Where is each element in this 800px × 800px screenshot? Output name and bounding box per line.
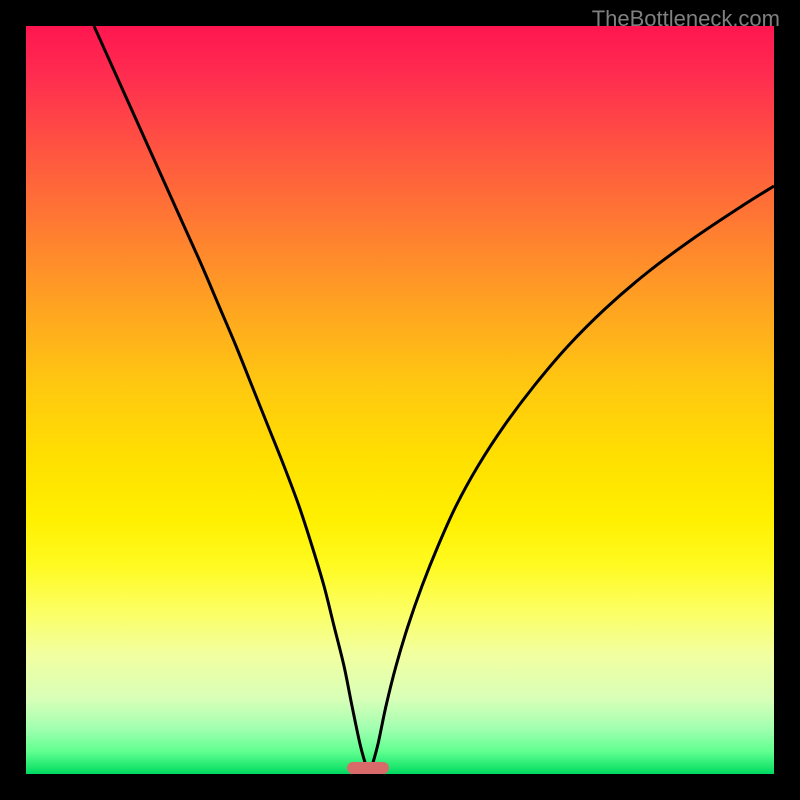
plot-area: [26, 26, 774, 774]
gradient-background: [26, 26, 774, 774]
bottleneck-marker: [347, 762, 389, 774]
watermark-text: TheBottleneck.com: [592, 6, 780, 32]
